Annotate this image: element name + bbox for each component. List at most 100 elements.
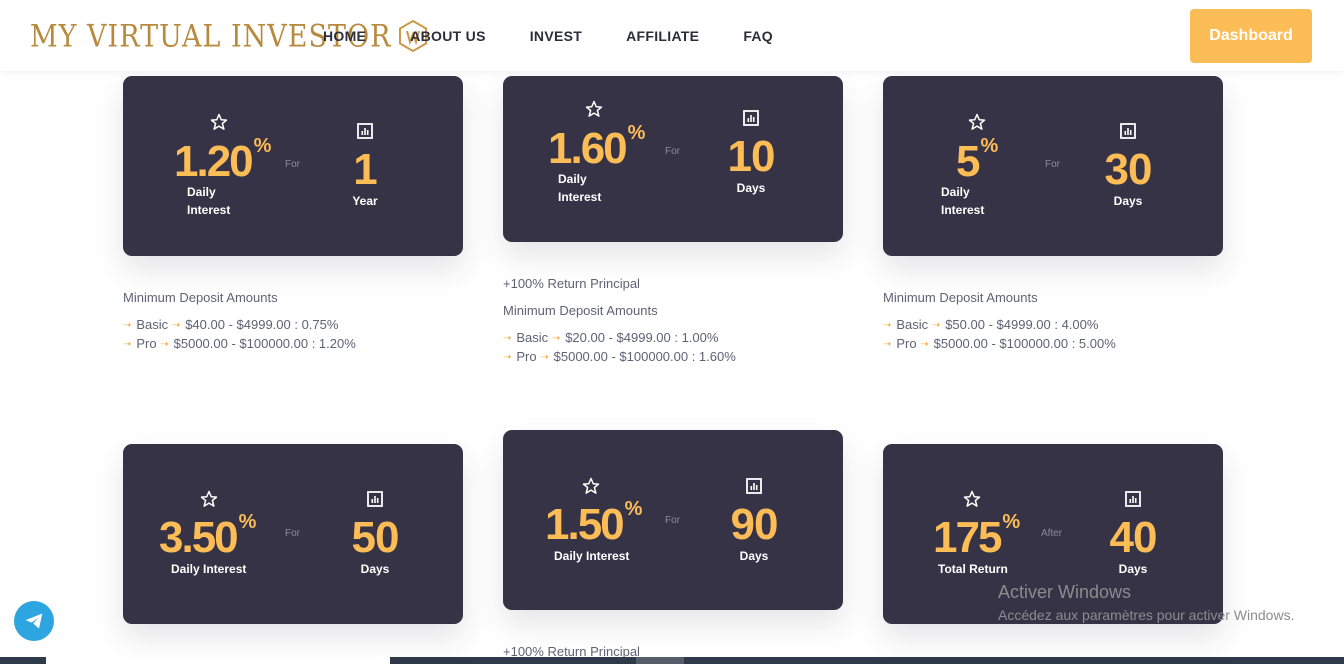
tier-name: Pro bbox=[896, 336, 917, 351]
plan-duration: 50 bbox=[351, 513, 400, 562]
rate-percent: % bbox=[1002, 511, 1021, 533]
tier-name: Basic bbox=[516, 330, 549, 345]
conjunction: For bbox=[665, 146, 680, 157]
arrow-icon: ➝ bbox=[551, 333, 561, 344]
arrow-icon: ➝ bbox=[123, 320, 132, 331]
rate-percent: % bbox=[624, 498, 643, 520]
tier-basic: ➝ Basic ➝ $40.00 - $4999.00 : 0.75% bbox=[123, 317, 338, 332]
plan-rate: 1.60% bbox=[548, 123, 645, 173]
tier-basic: ➝ Basic ➝ $20.00 - $4999.00 : 1.00% bbox=[503, 330, 718, 345]
rate-value: 1.60 bbox=[548, 124, 628, 173]
plan-card-4: 3.50% Daily Interest For 50 Days bbox=[123, 444, 463, 624]
rate-label-line2: Interest bbox=[941, 203, 985, 217]
nav-about-us[interactable]: ABOUT US bbox=[410, 28, 486, 44]
rate-percent: % bbox=[980, 135, 999, 157]
bottom-strip-segment bbox=[46, 657, 390, 664]
main-nav: HOME ABOUT US INVEST AFFILIATE FAQ bbox=[323, 0, 817, 71]
tier-range: $5000.00 - $100000.00 : 1.60% bbox=[553, 349, 736, 364]
star-icon bbox=[968, 113, 986, 130]
arrow-icon: ➝ bbox=[931, 320, 941, 331]
chart-icon bbox=[1120, 123, 1136, 139]
dashboard-button[interactable]: Dashboard bbox=[1190, 9, 1312, 63]
plan-duration: 1 bbox=[353, 145, 377, 194]
rate-label: Daily Interest bbox=[558, 170, 601, 206]
star-icon bbox=[963, 490, 981, 507]
chart-icon bbox=[746, 478, 762, 494]
conjunction: After bbox=[1041, 528, 1063, 539]
plan-duration: 90 bbox=[730, 500, 779, 549]
arrow-icon: ➝ bbox=[123, 339, 132, 350]
star-icon bbox=[200, 490, 218, 507]
tier-name: Pro bbox=[516, 349, 537, 364]
arrow-icon: ➝ bbox=[160, 339, 169, 350]
chart-icon bbox=[357, 123, 373, 139]
conjunction: For bbox=[285, 528, 300, 539]
nav-affiliate[interactable]: AFFILIATE bbox=[626, 28, 699, 44]
rate-value: 175 bbox=[933, 513, 1002, 562]
duration-unit: Days bbox=[1118, 562, 1148, 576]
conjunction: For bbox=[665, 515, 680, 526]
tier-pro: ➝ Pro ➝ $5000.00 - $100000.00 : 1.20% bbox=[123, 336, 356, 351]
rate-label: Daily Interest bbox=[187, 183, 230, 219]
rate-label-line2: Interest bbox=[558, 190, 602, 204]
tier-name: Basic bbox=[896, 317, 929, 332]
plan-card-1: 1.20% Daily Interest For 1 Year bbox=[123, 76, 463, 256]
rate-label-line1: Daily bbox=[941, 185, 970, 199]
plan-duration: 40 bbox=[1109, 513, 1158, 562]
plan-duration: 10 bbox=[727, 132, 776, 181]
nav-faq[interactable]: FAQ bbox=[743, 28, 773, 44]
plan-rate: 1.50% bbox=[545, 499, 642, 549]
arrow-icon: ➝ bbox=[883, 320, 892, 331]
tier-pro: ➝ Pro ➝ $5000.00 - $100000.00 : 1.60% bbox=[503, 349, 736, 364]
conjunction: For bbox=[1045, 159, 1060, 170]
rate-label: Daily Interest bbox=[171, 562, 247, 576]
star-icon bbox=[582, 477, 600, 494]
min-deposit-title: Minimum Deposit Amounts bbox=[123, 290, 278, 305]
rate-label-line2: Interest bbox=[187, 203, 231, 217]
rate-percent: % bbox=[253, 135, 272, 157]
plan-card-2: 1.60% Daily Interest For 10 Days bbox=[503, 76, 843, 242]
min-deposit-title: Minimum Deposit Amounts bbox=[503, 303, 658, 318]
plan-rate: 1.20% bbox=[174, 136, 271, 186]
tier-range: $50.00 - $4999.00 : 4.00% bbox=[945, 317, 1099, 332]
tier-basic: ➝ Basic ➝ $50.00 - $4999.00 : 4.00% bbox=[883, 317, 1098, 332]
rate-value: 3.50 bbox=[159, 513, 239, 562]
rate-label-line1: Daily bbox=[187, 185, 216, 199]
site-header: MY VIRTUAL INVESTOR HOME ABOUT US INVEST… bbox=[0, 0, 1344, 71]
chart-icon bbox=[1125, 491, 1141, 507]
arrow-icon: ➝ bbox=[540, 352, 549, 363]
tier-range: $5000.00 - $100000.00 : 5.00% bbox=[933, 336, 1116, 351]
rate-label: Total Return bbox=[938, 562, 1008, 576]
rate-percent: % bbox=[627, 122, 646, 144]
plan-card-3: 5% Daily Interest For 30 Days bbox=[883, 76, 1223, 256]
duration-unit: Days bbox=[736, 181, 766, 195]
plan-rate: 175% bbox=[933, 512, 1020, 562]
rate-percent: % bbox=[238, 511, 257, 533]
bottom-strip-segment bbox=[636, 657, 684, 664]
rate-label: Daily Interest bbox=[941, 183, 984, 219]
min-deposit-title: Minimum Deposit Amounts bbox=[883, 290, 1038, 305]
rate-value: 1.20 bbox=[174, 137, 254, 186]
duration-unit: Year bbox=[352, 194, 378, 208]
duration-unit: Days bbox=[360, 562, 390, 576]
telegram-button[interactable] bbox=[14, 601, 54, 641]
plan-card-5: 1.50% Daily Interest For 90 Days bbox=[503, 430, 843, 610]
tier-name: Pro bbox=[136, 336, 157, 351]
bottom-strip bbox=[0, 657, 1344, 664]
tier-pro: ➝ Pro ➝ $5000.00 - $100000.00 : 5.00% bbox=[883, 336, 1116, 351]
return-principal-note: +100% Return Principal bbox=[503, 276, 640, 291]
windows-activation-subtitle: Accédez aux paramètres pour activer Wind… bbox=[998, 607, 1295, 623]
plan-duration: 30 bbox=[1104, 145, 1153, 194]
plan-rate: 3.50% bbox=[159, 512, 256, 562]
rate-label: Daily Interest bbox=[554, 549, 630, 563]
nav-invest[interactable]: INVEST bbox=[530, 28, 582, 44]
rate-label-line1: Daily bbox=[558, 172, 587, 186]
arrow-icon: ➝ bbox=[171, 320, 181, 331]
paper-plane-icon bbox=[25, 613, 43, 629]
tier-range: $5000.00 - $100000.00 : 1.20% bbox=[173, 336, 356, 351]
nav-home[interactable]: HOME bbox=[323, 28, 366, 44]
rate-value: 1.50 bbox=[545, 500, 625, 549]
star-icon bbox=[585, 100, 603, 117]
rate-value: 5 bbox=[956, 137, 981, 186]
chart-icon bbox=[367, 491, 383, 507]
